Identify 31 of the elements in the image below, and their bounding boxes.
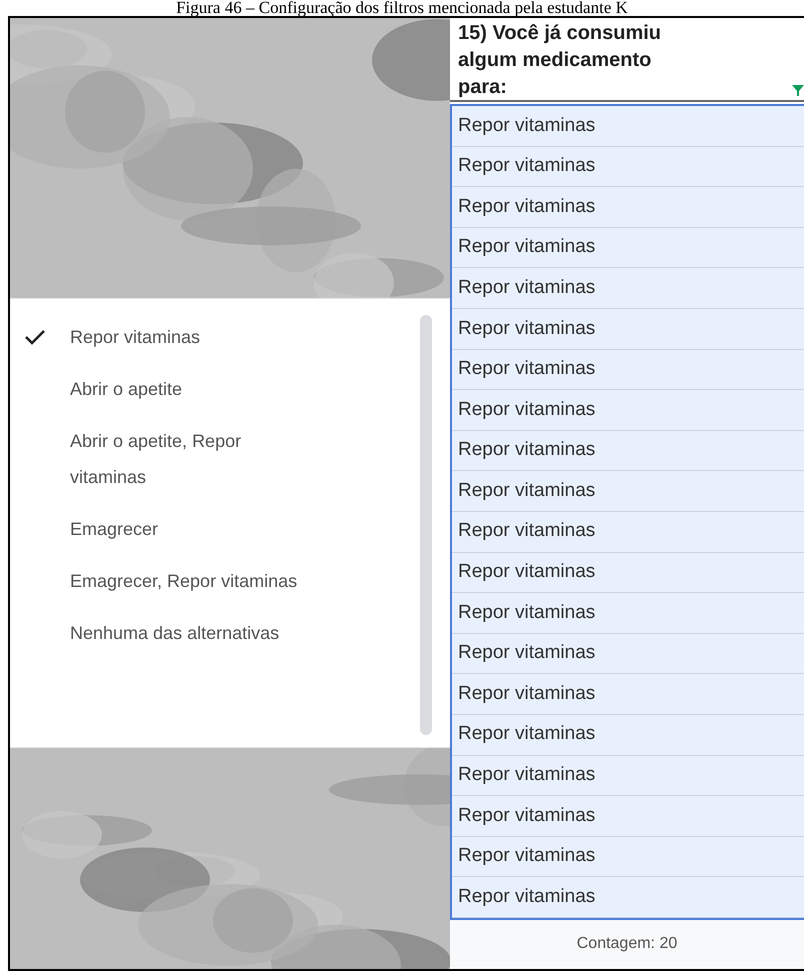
table-cell: Repor vitaminas <box>452 146 804 188</box>
table-cell: Repor vitaminas <box>452 106 804 147</box>
table-cell: Repor vitaminas <box>452 756 804 796</box>
table-cell: Repor vitaminas <box>452 714 804 756</box>
figure-caption: Figura 46 – Configuração dos filtros mencionada pela estudante K <box>175 0 629 16</box>
table-cell: Repor vitaminas <box>452 430 804 472</box>
table-cell: Repor vitaminas <box>452 552 804 594</box>
table-cell: Repor vitaminas <box>452 634 804 674</box>
table-cell: Repor vitaminas <box>452 512 804 553</box>
table-cell: Repor vitaminas <box>452 350 804 390</box>
table-cell: Repor vitaminas <box>452 228 804 268</box>
table-cell: Repor vitaminas <box>452 593 804 634</box>
filter-option[interactable]: Nenhuma das alternativas <box>10 607 420 659</box>
table-cell: Repor vitaminas <box>452 187 804 228</box>
table-cell: Repor vitaminas <box>452 390 804 431</box>
filter-option[interactable]: Abrir o apetite <box>10 363 420 415</box>
table-cell: Repor vitaminas <box>452 471 804 512</box>
table-cell: Repor vitaminas <box>452 836 804 878</box>
scrollbar[interactable] <box>420 315 432 735</box>
filter-option[interactable]: Emagrecer, Repor vitaminas <box>10 555 420 607</box>
table-cell: Repor vitaminas <box>452 308 804 350</box>
table-cell: Repor vitaminas <box>452 796 804 837</box>
table-cell: Repor vitaminas <box>452 674 804 715</box>
column-header: 15) Você já consumiu algum medicamento para: <box>458 21 662 100</box>
table-cell: Repor vitaminas <box>452 877 804 918</box>
table-cell: Repor vitaminas <box>452 268 804 309</box>
count-label: Contagem: 20 <box>576 934 678 954</box>
filter-option[interactable]: Repor vitaminas <box>10 311 420 363</box>
filter-option[interactable]: Abrir o apetite, Repor vitaminas <box>10 415 420 503</box>
filter-option[interactable]: Emagrecer <box>10 503 420 555</box>
filter-icon[interactable] <box>792 84 804 96</box>
